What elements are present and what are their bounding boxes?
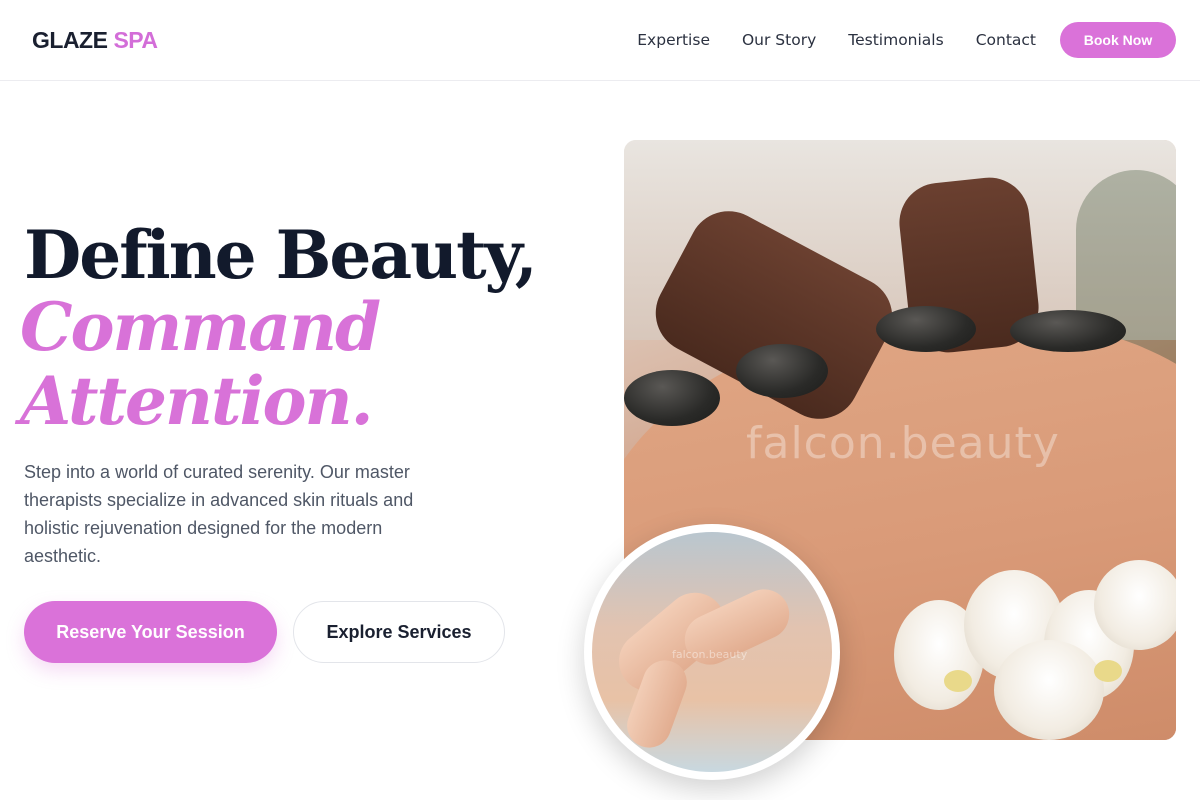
- hot-stone: [1010, 310, 1126, 352]
- hero-headline: Define Beauty,: [24, 216, 538, 294]
- hero-description: Step into a world of curated serenity. O…: [24, 462, 414, 566]
- orchid-center: [944, 670, 972, 692]
- nav-links: Expertise Our Story Testimonials Contact: [637, 30, 1036, 50]
- hero-headline-accent: Command Attention.: [20, 288, 381, 440]
- hot-stone: [736, 344, 828, 398]
- inset-massage-image: falcon.beauty: [584, 524, 840, 780]
- orchid-petal: [1094, 560, 1176, 650]
- reserve-session-button[interactable]: Reserve Your Session: [24, 601, 277, 663]
- nav-link-testimonials[interactable]: Testimonials: [848, 30, 943, 50]
- orchid-petal: [994, 640, 1104, 740]
- nav-link-expertise[interactable]: Expertise: [637, 30, 710, 50]
- top-navbar: GLAZE SPA Expertise Our Story Testimonial…: [0, 0, 1200, 81]
- nav-link-contact[interactable]: Contact: [976, 30, 1036, 50]
- nav-link-our-story[interactable]: Our Story: [742, 30, 816, 50]
- hero-headline-line2: Command: [20, 288, 381, 366]
- hot-stone: [876, 306, 976, 352]
- hot-stone: [624, 370, 720, 426]
- inset-image-photo: falcon.beauty: [592, 532, 832, 772]
- inset-watermark: falcon.beauty: [672, 648, 748, 661]
- brand-logo[interactable]: GLAZE SPA: [32, 26, 158, 54]
- explore-services-button[interactable]: Explore Services: [293, 601, 505, 663]
- brand-name-part2: SPA: [113, 27, 158, 53]
- orchid-center: [1094, 660, 1122, 682]
- image-watermark: falcon.beauty: [746, 418, 1060, 469]
- book-now-button[interactable]: Book Now: [1060, 22, 1176, 58]
- hero-headline-line3: Attention.: [20, 362, 374, 440]
- brand-name-part1: GLAZE: [32, 27, 108, 53]
